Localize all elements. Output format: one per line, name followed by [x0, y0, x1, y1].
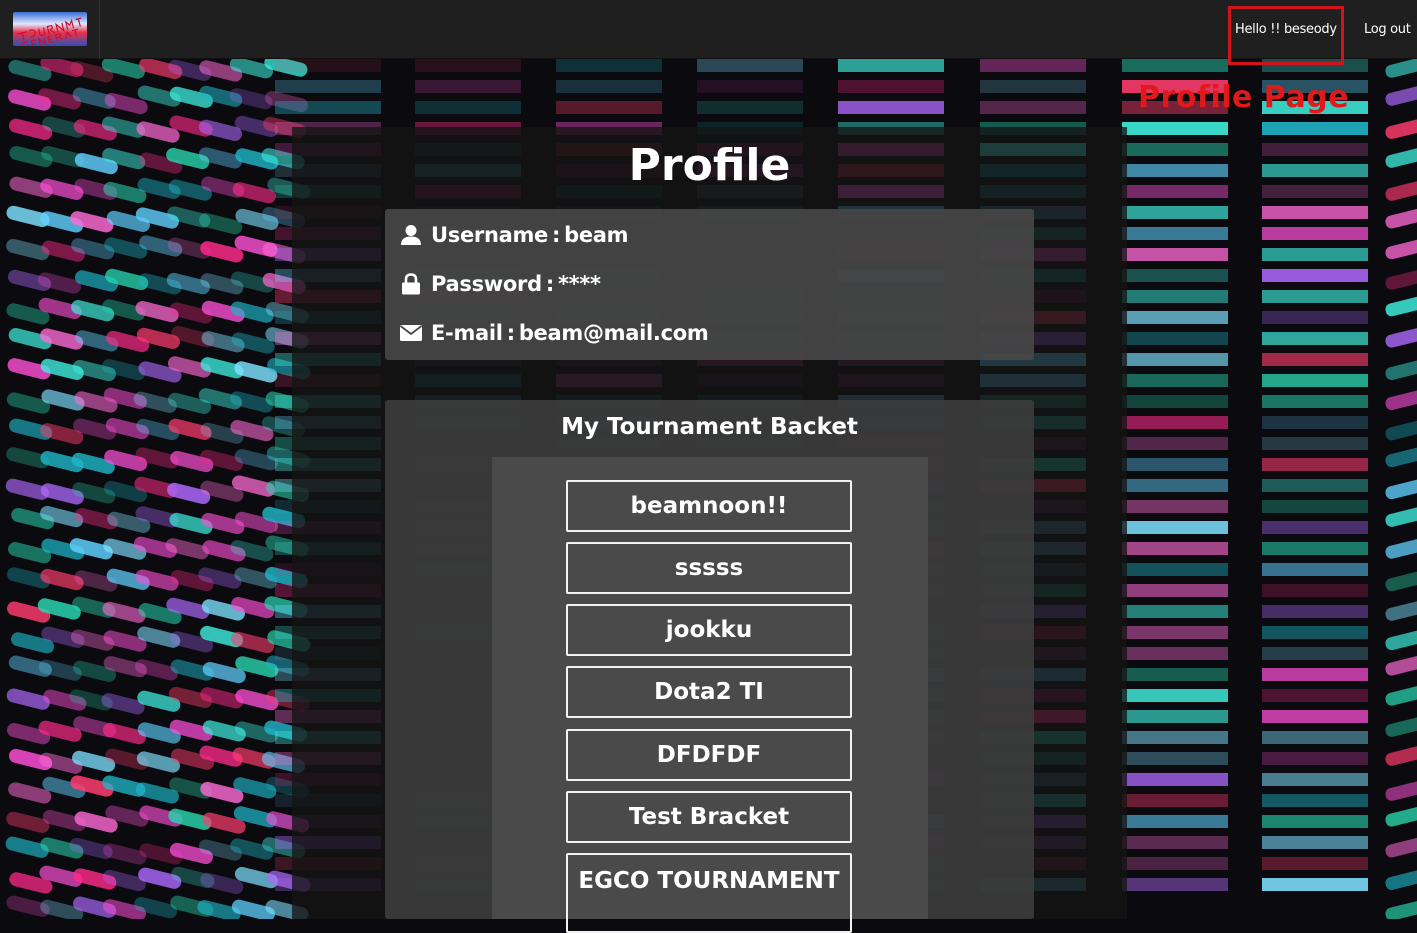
logout-link[interactable]: Log out [1364, 0, 1411, 59]
username-value: beam [564, 223, 629, 247]
logo-lettering [17, 17, 82, 46]
bracket-button[interactable]: jookku [566, 604, 852, 656]
tournament-bracket-card: My Tournament Backet beamnoon!! sssss jo… [385, 400, 1034, 933]
user-icon [399, 224, 423, 246]
email-value: beam@mail.com [518, 321, 709, 345]
email-row: E-mail : beam@mail.com [399, 318, 709, 348]
envelope-icon [399, 322, 423, 344]
lock-icon [399, 273, 423, 295]
bracket-button[interactable]: sssss [566, 542, 852, 594]
bracket-button[interactable]: beamnoon!! [566, 480, 852, 532]
email-label: E-mail [431, 321, 503, 345]
navbar: Hello !! beseody Log out [0, 0, 1417, 59]
bracket-button[interactable]: Dota2 TI [566, 666, 852, 718]
bracket-button[interactable]: EGCO TOURNAMENT [566, 853, 852, 933]
password-separator: : [545, 272, 554, 296]
page-title: Profile [628, 140, 791, 191]
logo-image [13, 12, 87, 46]
annotation-label: Profile Page [1138, 80, 1350, 115]
email-separator: : [506, 321, 515, 345]
bracket-button[interactable]: Test Bracket [566, 791, 852, 843]
password-value: **** [557, 272, 601, 296]
password-label: Password [431, 272, 542, 296]
password-row: Password : **** [399, 269, 601, 299]
bracket-section-title: My Tournament Backet [561, 414, 858, 440]
bracket-list: beamnoon!! sssss jookku Dota2 TI DFDFDF … [492, 457, 928, 933]
bracket-button[interactable]: DFDFDF [566, 729, 852, 781]
username-label: Username [431, 223, 548, 247]
highlight-box [1228, 6, 1344, 65]
username-row: Username : beam [399, 220, 629, 250]
username-separator: : [552, 223, 561, 247]
profile-info-card: Username : beam Password : **** E-mail :… [385, 209, 1034, 360]
logo-link[interactable] [0, 0, 100, 59]
